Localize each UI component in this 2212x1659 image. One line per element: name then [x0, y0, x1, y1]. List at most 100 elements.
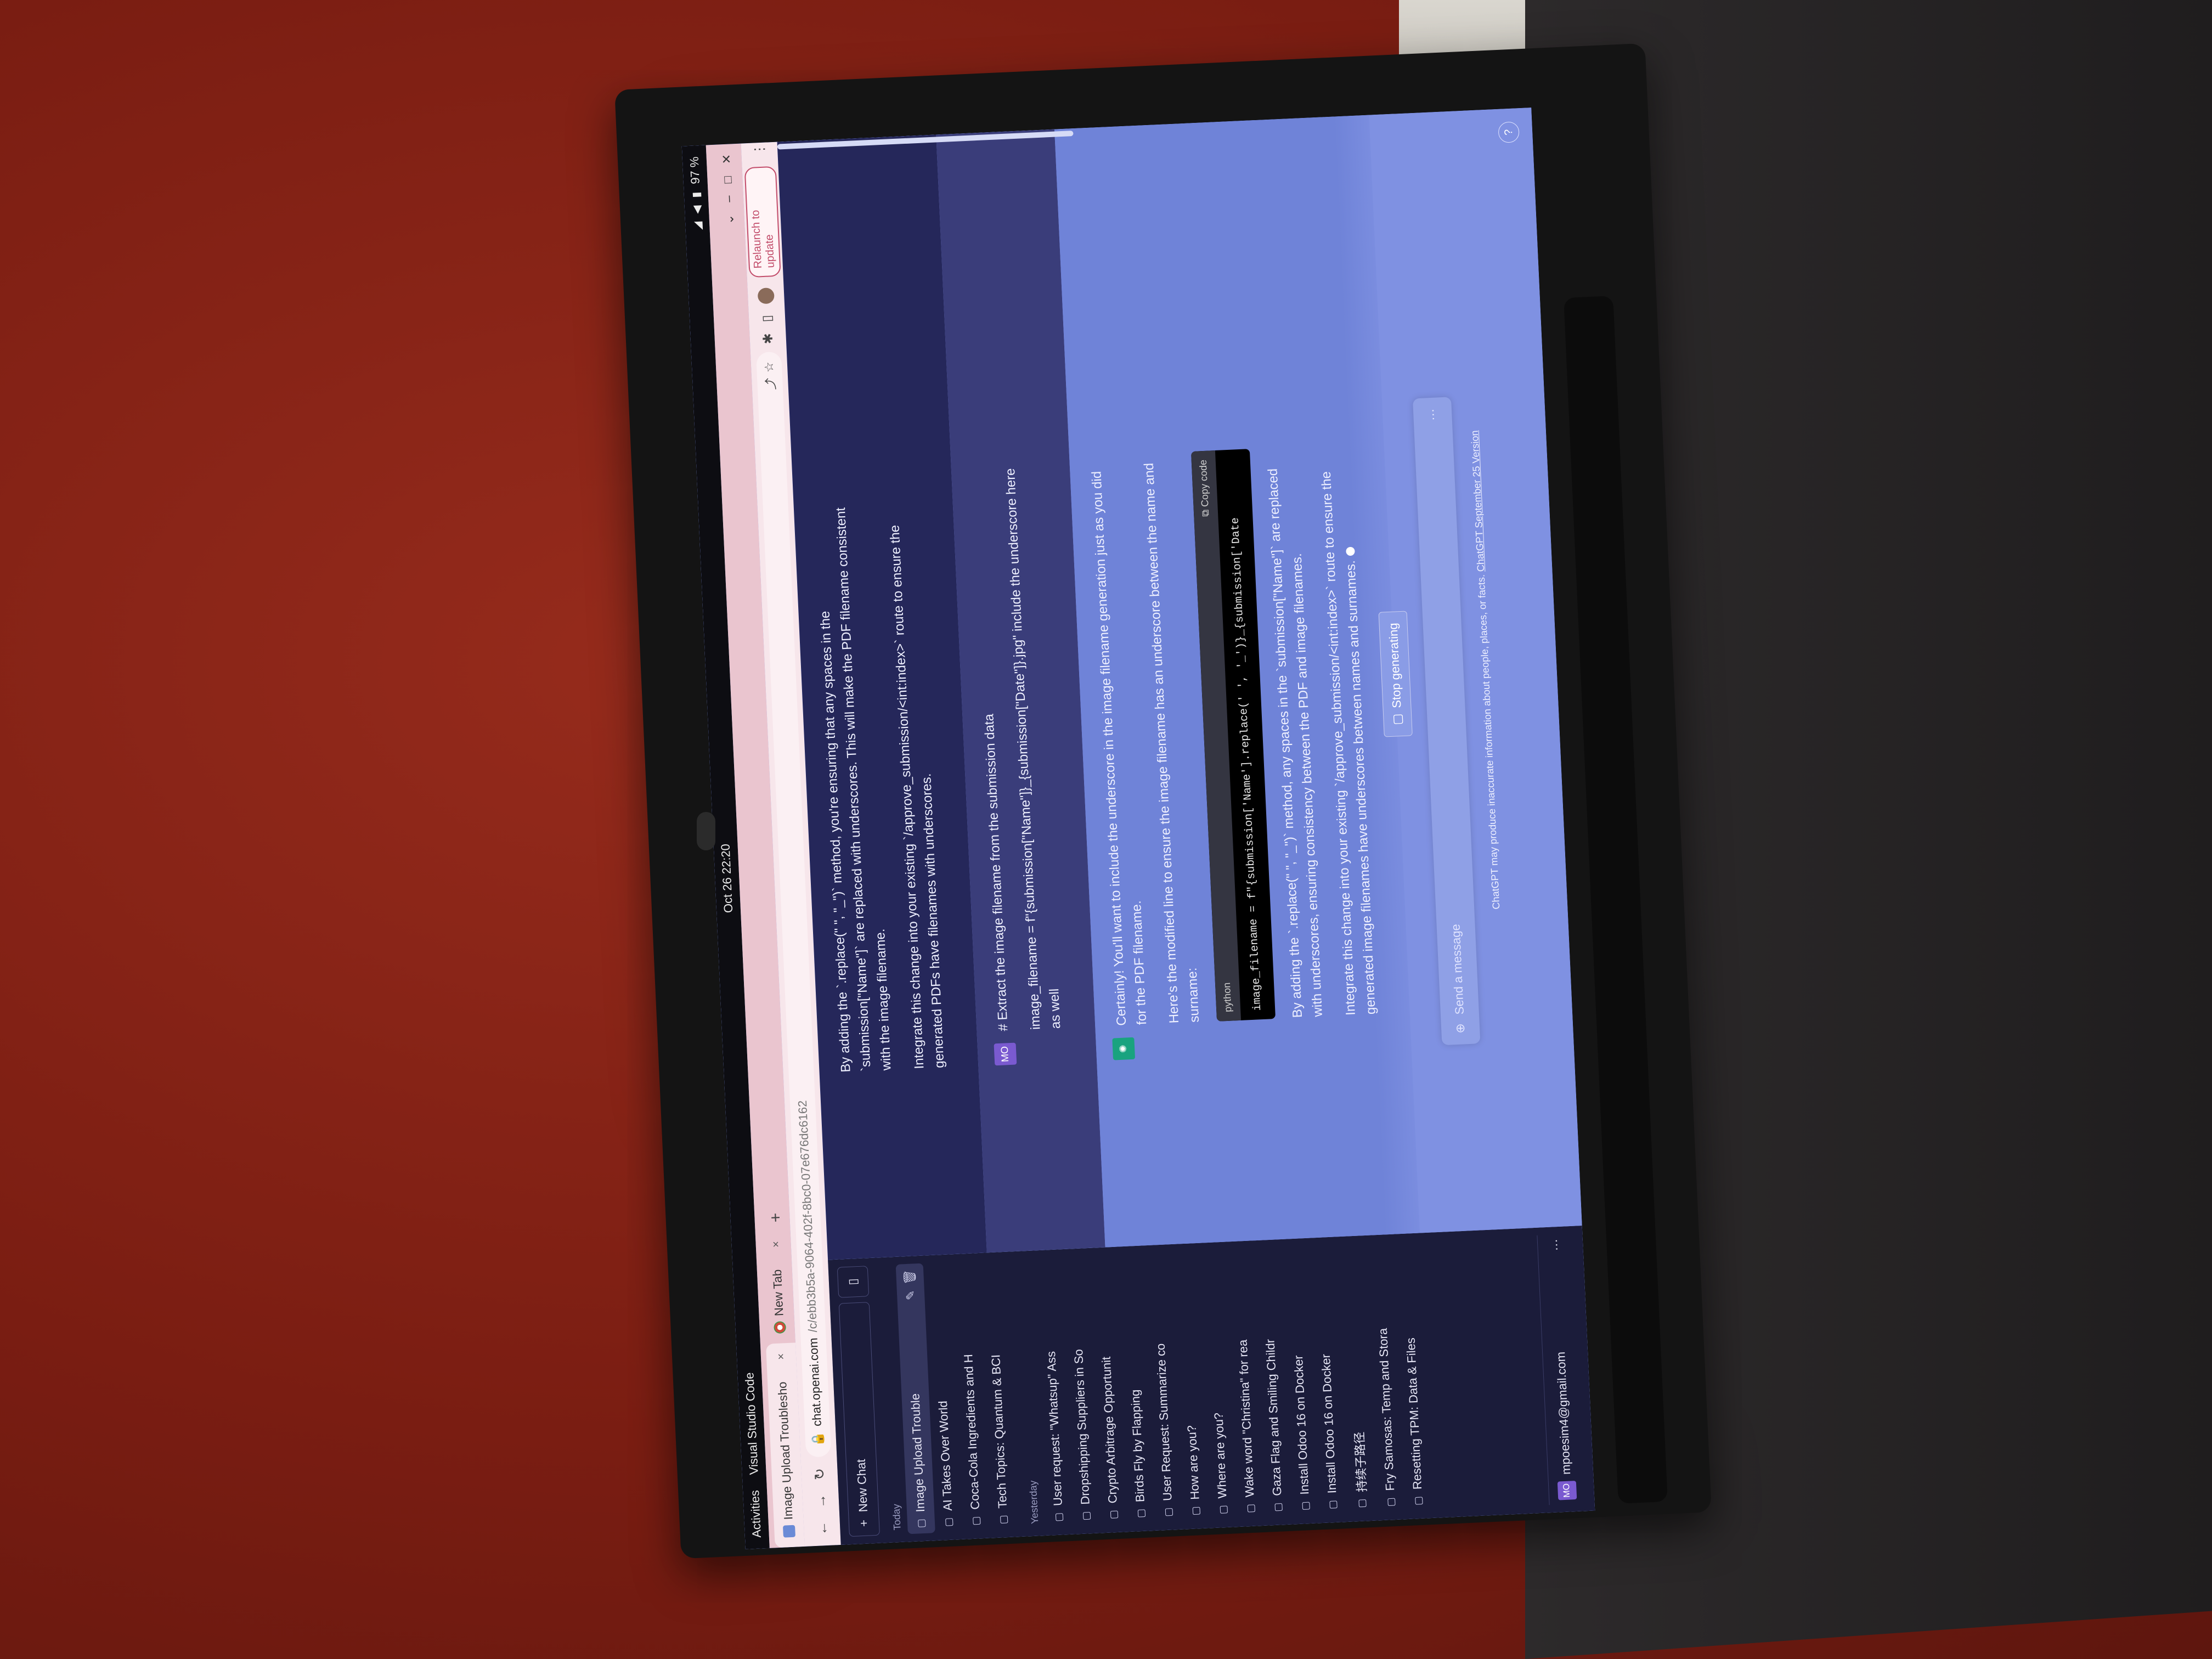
- tab-title: New Tab: [770, 1269, 786, 1317]
- chat-bubble-icon: ▢: [1080, 1511, 1092, 1521]
- more-icon: ···: [1548, 1238, 1563, 1251]
- chat-bubble-icon: ▢: [1189, 1506, 1201, 1516]
- chrome-icon: [774, 1321, 787, 1334]
- conversation-title: User request: "Whatsup" Ass: [1044, 1351, 1065, 1506]
- chat-bubble-icon: ▢: [1412, 1496, 1424, 1506]
- delete-icon[interactable]: 🗑: [902, 1269, 917, 1285]
- send-dots-icon[interactable]: ···: [1425, 408, 1440, 421]
- clock[interactable]: Oct 26 22:20: [719, 844, 736, 913]
- app-menu[interactable]: Visual Studio Code: [742, 1372, 761, 1475]
- conversation-title: Where are you?: [1211, 1412, 1229, 1499]
- disclaimer-text: ChatGPT may produce inaccurate informati…: [1475, 574, 1502, 910]
- chat-bubble-icon: ▢: [943, 1517, 954, 1527]
- message-line: image_filename = f"{submission["Name"]}_…: [1003, 467, 1064, 1030]
- message-body: By adding the `.replace(" ", "_")` metho…: [810, 497, 962, 1073]
- stop-generating-button[interactable]: ▢ Stop generating: [1378, 611, 1413, 737]
- plus-icon: +: [856, 1519, 871, 1527]
- conversation-title: Wake word "Christina" for rea: [1235, 1339, 1257, 1498]
- activities-button[interactable]: Activities: [748, 1490, 764, 1538]
- message-input[interactable]: ⊕ Send a message ···: [1412, 397, 1481, 1046]
- version-link[interactable]: ChatGPT September 25 Version: [1469, 430, 1487, 572]
- close-icon[interactable]: ×: [770, 1241, 783, 1248]
- chat-bubble-icon: ▢: [1244, 1503, 1256, 1514]
- reload-icon[interactable]: ↻: [810, 1464, 828, 1484]
- bookmark-star-icon[interactable]: ☆: [762, 362, 777, 373]
- chatgpt-logo-icon: ✺: [1111, 1037, 1135, 1060]
- url-host: chat.openai.com: [806, 1337, 824, 1427]
- conversation-actions: ✎ 🗑: [902, 1269, 918, 1300]
- conversation-title: Dropshipping Suppliers in So: [1071, 1348, 1092, 1505]
- system-tray[interactable]: ◢ ◀ ▮ 97 %: [687, 156, 705, 230]
- back-icon[interactable]: ←: [813, 1518, 831, 1538]
- forward-icon[interactable]: →: [812, 1491, 830, 1511]
- message-paragraph: By adding the `.replace(" ", "_")` metho…: [817, 507, 894, 1073]
- conversation-title: Birds Fly by Flapping: [1128, 1389, 1147, 1503]
- chat-bubble-icon: ▢: [997, 1515, 1009, 1525]
- chat-bubble-icon: ▢: [1272, 1502, 1284, 1513]
- conversation-title: Gaza Flag and Smiling Childr: [1263, 1339, 1284, 1497]
- sidebar-toggle-button[interactable]: ▯: [837, 1266, 870, 1298]
- code-language: python: [1221, 982, 1234, 1013]
- conversation-title: Fry Samosas: Temp and Stora: [1375, 1328, 1397, 1491]
- user-avatar: MO: [994, 1042, 1017, 1066]
- conversation-title: Install Odoo 16 on Docker: [1291, 1355, 1312, 1496]
- new-chat-label: New Chat: [854, 1459, 871, 1513]
- menu-kebab-icon[interactable]: ⋮: [751, 142, 768, 156]
- attach-icon[interactable]: ⊕: [1453, 1023, 1468, 1034]
- chevron-down-icon[interactable]: ⌄: [722, 214, 737, 225]
- sidepanel-icon[interactable]: ▯: [759, 314, 775, 323]
- message-paragraph: Integrate this change into your existing…: [887, 524, 947, 1070]
- desktop: Activities Visual Studio Code Oct 26 22:…: [681, 108, 1595, 1549]
- chatgpt-favicon-icon: [782, 1525, 795, 1538]
- url-path: /c/ebb3b5a-9064-402f-8bc0-07e676dc6162: [795, 1100, 820, 1333]
- sidebar-icon: ▯: [845, 1278, 860, 1286]
- chat-bubble-icon: ▢: [1162, 1507, 1174, 1517]
- conversation-title: Crypto Arbitrage Opportunit: [1099, 1356, 1120, 1504]
- volume-icon: ◀: [691, 205, 703, 215]
- maximize-icon[interactable]: □: [720, 176, 735, 184]
- copy-code-button[interactable]: ⧉ Copy code: [1196, 459, 1214, 517]
- chat-bubble-icon: ▢: [1135, 1508, 1147, 1519]
- clipboard-icon: ⧉: [1199, 506, 1211, 517]
- minimize-icon[interactable]: –: [721, 195, 736, 202]
- chatgpt-app: + New Chat ▯ Today ▢ Image Upload Troubl…: [777, 108, 1595, 1545]
- stop-icon: ▢: [1390, 713, 1404, 726]
- chat-bubble-icon: ▢: [1217, 1504, 1229, 1515]
- close-icon[interactable]: ×: [775, 1353, 788, 1360]
- help-button[interactable]: ?: [1498, 121, 1520, 143]
- user-avatar: MO: [1557, 1481, 1577, 1500]
- conversation-title: Tech Topics: Quantum & BCI: [989, 1354, 1009, 1509]
- new-chat-button[interactable]: + New Chat: [838, 1302, 880, 1537]
- sidebar: + New Chat ▯ Today ▢ Image Upload Troubl…: [828, 1226, 1595, 1545]
- battery-percent: 97 %: [687, 156, 702, 185]
- close-window-icon[interactable]: ✕: [719, 154, 734, 165]
- tab-title: Image Upload Troublesho: [775, 1381, 795, 1520]
- relaunch-button[interactable]: Relaunch to update: [744, 166, 781, 278]
- webcam: [697, 812, 715, 850]
- message-body: # Extract the image filename from the su…: [967, 458, 1079, 1031]
- lock-icon: 🔒: [810, 1431, 825, 1447]
- tab-new-tab[interactable]: New Tab ×: [761, 1231, 795, 1344]
- chat-bubble-icon: ▢: [970, 1516, 981, 1526]
- chat-main: By adding the `.replace(" ", "_")` metho…: [777, 108, 1582, 1260]
- disclaimer: ChatGPT may produce inaccurate informati…: [1454, 111, 1517, 1229]
- conversation-title: AI Takes Over World: [935, 1400, 955, 1511]
- sidebar-top: + New Chat ▯: [837, 1266, 880, 1537]
- wifi-icon: ◢: [691, 221, 704, 230]
- chat-bubble-icon: ▢: [1385, 1497, 1397, 1507]
- profile-avatar-icon[interactable]: [757, 287, 775, 304]
- code-block: python ⧉ Copy code image_filename = f"{s…: [1191, 449, 1276, 1022]
- conversation-title: How are you?: [1184, 1425, 1202, 1500]
- edit-icon[interactable]: ✎: [904, 1290, 918, 1301]
- conversation-title: Image Upload Trouble: [908, 1393, 928, 1513]
- share-icon[interactable]: ⤴: [761, 377, 779, 390]
- toolbar-icons: ✱ ▯ Relaunch to update ⋮: [743, 142, 785, 345]
- chat-bubble-icon: ▢: [1107, 1509, 1119, 1520]
- extensions-icon[interactable]: ✱: [760, 332, 776, 345]
- conversation-title: Install Odoo 16 on Docker: [1318, 1353, 1339, 1494]
- chat-bubble-icon: ▢: [1356, 1498, 1368, 1509]
- message-body: Certainly! You'll want to include the un…: [1086, 443, 1393, 1026]
- user-email: mpoesim4@gmail.com: [1554, 1351, 1573, 1475]
- new-tab-button[interactable]: +: [766, 1204, 790, 1232]
